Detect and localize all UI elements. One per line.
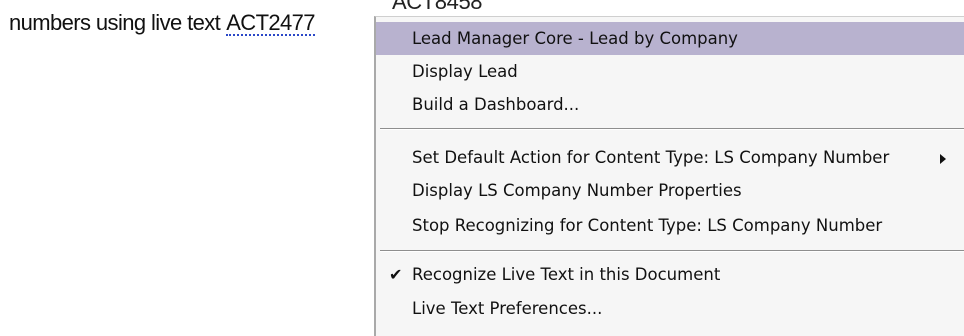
- live-text-link[interactable]: ACT2477: [226, 8, 316, 38]
- obscured-document-text: ACT8458": [392, 0, 490, 14]
- document-prefix-text: numbers using live text: [9, 10, 221, 35]
- menu-separator: [380, 128, 964, 130]
- document-text-line: numbers using live text ACT2477: [9, 8, 316, 38]
- menu-item-set-default-action[interactable]: Set Default Action for Content Type: LS …: [376, 141, 964, 174]
- menu-item-lead-by-company[interactable]: Lead Manager Core - Lead by Company: [376, 22, 964, 55]
- menu-item-stop-recognizing[interactable]: Stop Recognizing for Content Type: LS Co…: [376, 209, 964, 242]
- menu-item-label: Display LS Company Number Properties: [412, 181, 742, 200]
- triangle-right-icon: [940, 154, 946, 164]
- live-text-underline: [226, 34, 315, 36]
- menu-item-display-properties[interactable]: Display LS Company Number Properties: [376, 174, 964, 207]
- menu-item-label: Set Default Action for Content Type: LS …: [412, 148, 890, 167]
- menu-item-build-dashboard[interactable]: Build a Dashboard...: [376, 88, 964, 121]
- menu-item-label: Lead Manager Core - Lead by Company: [412, 29, 738, 48]
- menu-item-live-text-preferences[interactable]: Live Text Preferences...: [376, 292, 964, 325]
- checkmark-icon: ✔: [389, 265, 403, 284]
- live-text-context-menu: Lead Manager Core - Lead by Company Disp…: [374, 16, 964, 336]
- menu-item-label: Stop Recognizing for Content Type: LS Co…: [412, 216, 883, 235]
- menu-separator: [380, 250, 964, 252]
- menu-item-label: Live Text Preferences...: [412, 299, 603, 318]
- menu-item-display-lead[interactable]: Display Lead: [376, 55, 964, 88]
- menu-item-label: Recognize Live Text in this Document: [412, 265, 721, 284]
- menu-item-label: Build a Dashboard...: [412, 95, 580, 114]
- menu-item-label: Display Lead: [412, 62, 518, 81]
- live-text-value: ACT2477: [226, 10, 315, 35]
- menu-item-recognize-live-text[interactable]: ✔ Recognize Live Text in this Document: [376, 258, 964, 291]
